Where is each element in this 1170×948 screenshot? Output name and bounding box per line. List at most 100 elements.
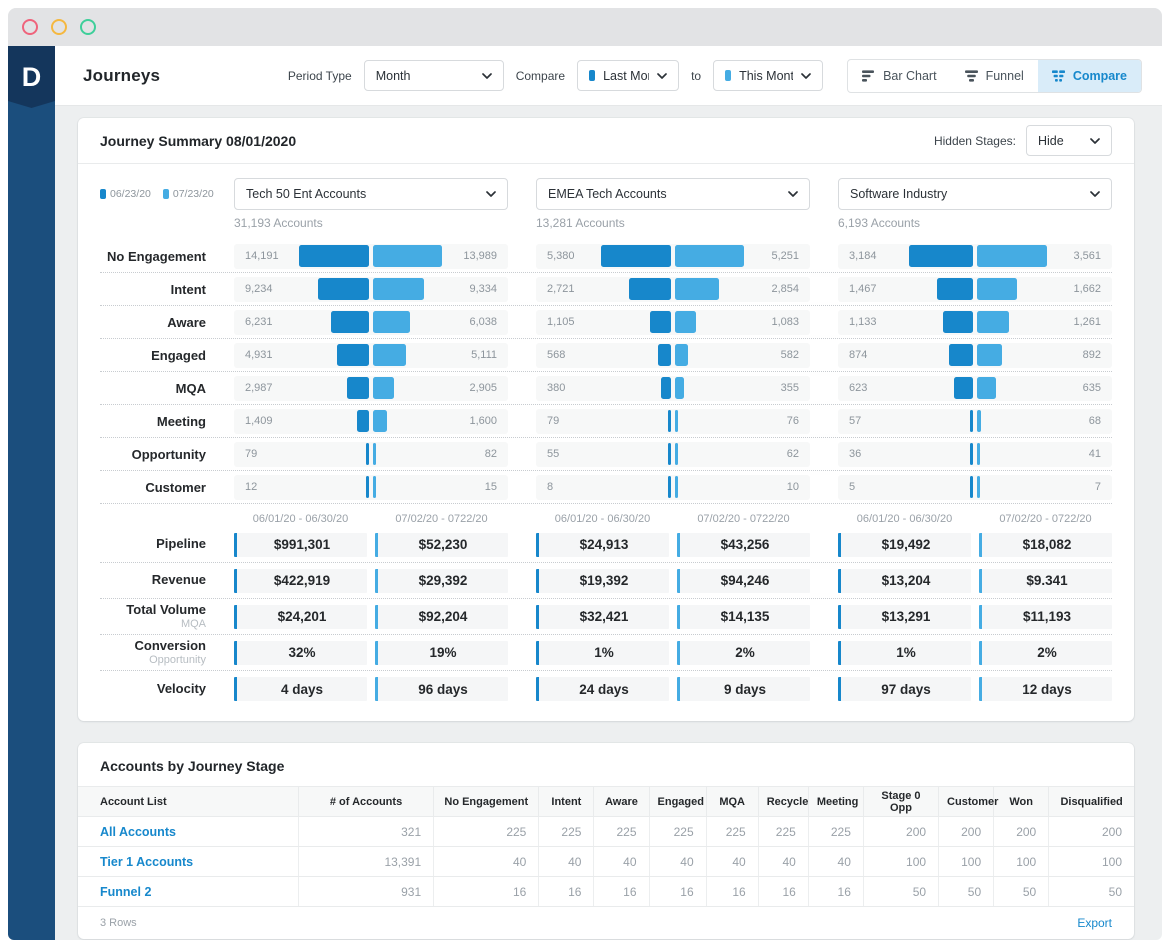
metric-label-text: Total Volume	[126, 601, 206, 617]
bar-track-right	[373, 245, 447, 267]
metric-row: Conversion Opportunity 32% 19% 1% 2% 1% 2%	[100, 635, 1112, 671]
bar-track-left	[597, 311, 671, 333]
bar-period-1	[909, 245, 973, 267]
bar-period-2	[977, 344, 1002, 366]
journey-summary-header: Journey Summary 08/01/2020 Hidden Stages…	[78, 118, 1134, 164]
metric-value-period-2: $52,230	[375, 532, 508, 557]
stage-cell: 1,467 1,662	[838, 276, 1112, 302]
journey-summary-card: Journey Summary 08/01/2020 Hidden Stages…	[78, 118, 1134, 721]
bar-period-1	[347, 377, 369, 399]
account-list-link[interactable]: All Accounts	[78, 816, 299, 847]
metric-label-text: Conversion	[134, 637, 206, 653]
app-logo[interactable]: D	[8, 46, 55, 108]
export-link[interactable]: Export	[1077, 916, 1112, 930]
metric-cell: $422,919 $29,392	[234, 568, 508, 593]
close-window-button[interactable]	[22, 19, 38, 35]
compare-from-select[interactable]: Last Month	[577, 60, 680, 91]
segment-select-3[interactable]: Software Industry	[838, 178, 1112, 210]
bar-period-1	[629, 278, 671, 300]
view-button-funnel[interactable]: Funnel	[951, 60, 1038, 92]
stage-row: Customer 12 15 8 10 5 7	[100, 471, 1112, 504]
page-title: Journeys	[83, 65, 161, 85]
legend-item-period-2: 07/23/20	[162, 188, 214, 200]
stage-bars	[899, 245, 1051, 267]
metric-value-period-2: $11,193	[979, 604, 1112, 629]
view-toggle: Bar Chart Funnel Compare	[847, 58, 1142, 93]
stage-value-period-1: 623	[849, 382, 868, 394]
account-list-link[interactable]: Funnel 2	[78, 876, 299, 907]
stage-value-period-2: 68	[1088, 415, 1101, 427]
account-list-link[interactable]: Tier 1 Accounts	[78, 846, 299, 877]
stage-cell: 1,409 1,600	[234, 408, 508, 434]
segment-select-value: Tech 50 Ent Accounts	[246, 187, 367, 201]
stage-value-period-1: 380	[547, 382, 566, 394]
segment-select-1[interactable]: Tech 50 Ent Accounts	[234, 178, 508, 210]
column-header-stage-0-opp: Stage 0 Opp	[863, 786, 940, 817]
page-header: Journeys Period Type Month Compare Last …	[55, 46, 1162, 106]
screen: D Journeys Period Type Month Compare Las…	[0, 0, 1170, 948]
stage-value-period-2: 1,662	[1073, 283, 1101, 295]
metric-row: Total Volume MQA $24,201 $92,204 $32,421 $14,…	[100, 599, 1112, 635]
sidebar: D	[8, 46, 55, 940]
period-date-range-2: 07/02/20 - 0722/20	[395, 513, 488, 525]
compare-to-select[interactable]: This Month	[713, 60, 824, 91]
bar-track-left	[295, 311, 369, 333]
bar-track-right	[977, 344, 1051, 366]
bar-track-right	[373, 476, 447, 498]
accounts-by-journey-stage-card: Accounts by Journey Stage Account List # …	[78, 743, 1134, 939]
stage-value-period-1: 12	[245, 481, 258, 493]
metric-rows: Pipeline $991,301 $52,230 $24,913 $43,256 $19…	[100, 527, 1112, 707]
table-cell-value: 321	[298, 816, 435, 847]
stage-value-period-2: 2,854	[771, 283, 799, 295]
view-button-compare[interactable]: Compare	[1037, 59, 1141, 92]
stage-label: No Engagement	[107, 248, 206, 264]
stage-value-period-2: 1,083	[771, 316, 799, 328]
column-header-aware: Aware	[593, 786, 650, 817]
bar-period-2	[373, 245, 442, 267]
bar-track-left	[295, 344, 369, 366]
bar-track-right	[675, 443, 749, 465]
bar-period-1	[668, 443, 671, 465]
table-cell-value: 16	[808, 876, 864, 907]
bar-track-right	[675, 245, 749, 267]
stage-bars	[597, 311, 749, 333]
zoom-window-button[interactable]	[80, 19, 96, 35]
stage-cell: 1,133 1,261	[838, 309, 1112, 335]
bar-period-1	[318, 278, 369, 300]
stage-row: MQA 2,987 2,905 380 355 623 635	[100, 372, 1112, 405]
table-cell-value: 40	[593, 846, 650, 877]
bar-period-1	[668, 476, 671, 498]
bar-track-right	[977, 245, 1051, 267]
bar-period-1	[658, 344, 671, 366]
bar-track-right	[977, 278, 1051, 300]
stage-label: Opportunity	[131, 446, 206, 462]
bar-track-left	[899, 476, 973, 498]
view-button-bar-chart[interactable]: Bar Chart	[848, 60, 951, 92]
segment-account-count: 13,281 Accounts	[536, 216, 625, 230]
table-cell-value: 225	[758, 816, 809, 847]
stage-value-period-1: 1,409	[245, 415, 273, 427]
stage-cell: 55 62	[536, 441, 810, 467]
hidden-stages-select[interactable]: Hide	[1026, 125, 1112, 156]
segment-select-2[interactable]: EMEA Tech Accounts	[536, 178, 810, 210]
bar-track-left	[295, 410, 369, 432]
minimize-window-button[interactable]	[51, 19, 67, 35]
segment-select-value: Software Industry	[850, 187, 948, 201]
metric-value-period-2: $92,204	[375, 604, 508, 629]
metric-label: Velocity	[100, 681, 206, 697]
stage-label: Intent	[170, 281, 206, 297]
stage-value-period-2: 5,111	[471, 349, 497, 361]
chevron-down-icon	[486, 191, 496, 197]
metric-value-period-1: $422,919	[234, 568, 367, 593]
period-type-select[interactable]: Month	[363, 60, 504, 91]
metric-value-period-2: $14,135	[677, 604, 810, 629]
bar-track-left	[597, 443, 671, 465]
metric-value-period-2: 12 days	[979, 677, 1112, 701]
bar-track-left	[597, 344, 671, 366]
metric-cell: $24,201 $92,204	[234, 604, 508, 629]
table-row: Tier 1 Accounts 13,391 40 40 40 40 40 40 40 100 10…	[78, 846, 1134, 877]
table-cell-value: 225	[593, 816, 650, 847]
bar-period-1	[970, 443, 973, 465]
metric-label: Total Volume MQA	[100, 601, 206, 631]
stage-bars	[597, 476, 749, 498]
